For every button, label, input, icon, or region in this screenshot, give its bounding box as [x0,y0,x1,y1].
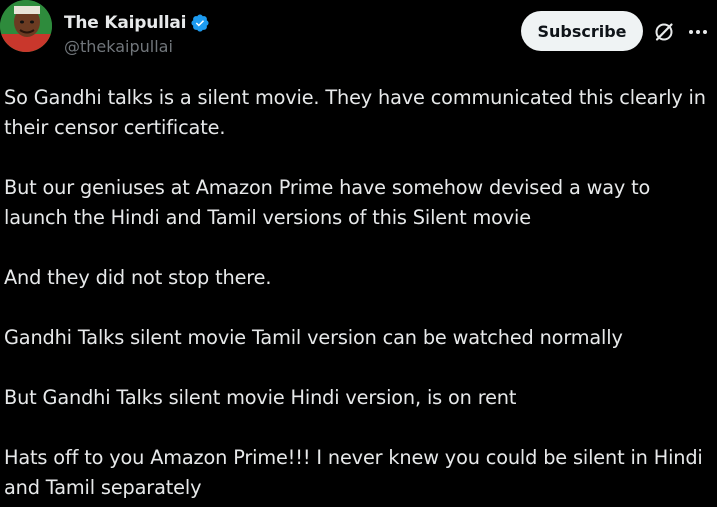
tweet-text: So Gandhi talks is a silent movie. They … [4,83,712,503]
handle[interactable]: @thekaipullai [64,37,210,56]
tweet-paragraph: But Gandhi Talks silent movie Hindi vers… [4,386,517,409]
tweet-paragraph: Hats off to you Amazon Prime!!! I never … [4,446,703,499]
avatar-image [0,0,52,52]
more-dot [689,30,693,34]
tweet-paragraph: So Gandhi talks is a silent movie. They … [4,86,706,139]
more-dot [703,30,707,34]
tweet-paragraph: Gandhi Talks silent movie Tamil version … [4,326,623,349]
more-icon[interactable] [685,22,711,42]
more-dot [696,30,700,34]
subscribe-button[interactable]: Subscribe [521,11,643,51]
tweet-paragraph: But our geniuses at Amazon Prime have so… [4,176,651,229]
avatar[interactable] [0,0,52,52]
grok-icon[interactable] [652,20,676,44]
author-info: The Kaipullai @thekaipullai [64,11,210,56]
verified-badge-icon[interactable] [190,13,210,33]
author-name-row: The Kaipullai [64,11,210,35]
display-name[interactable]: The Kaipullai [64,13,186,33]
tweet-paragraph: And they did not stop there. [4,266,272,289]
